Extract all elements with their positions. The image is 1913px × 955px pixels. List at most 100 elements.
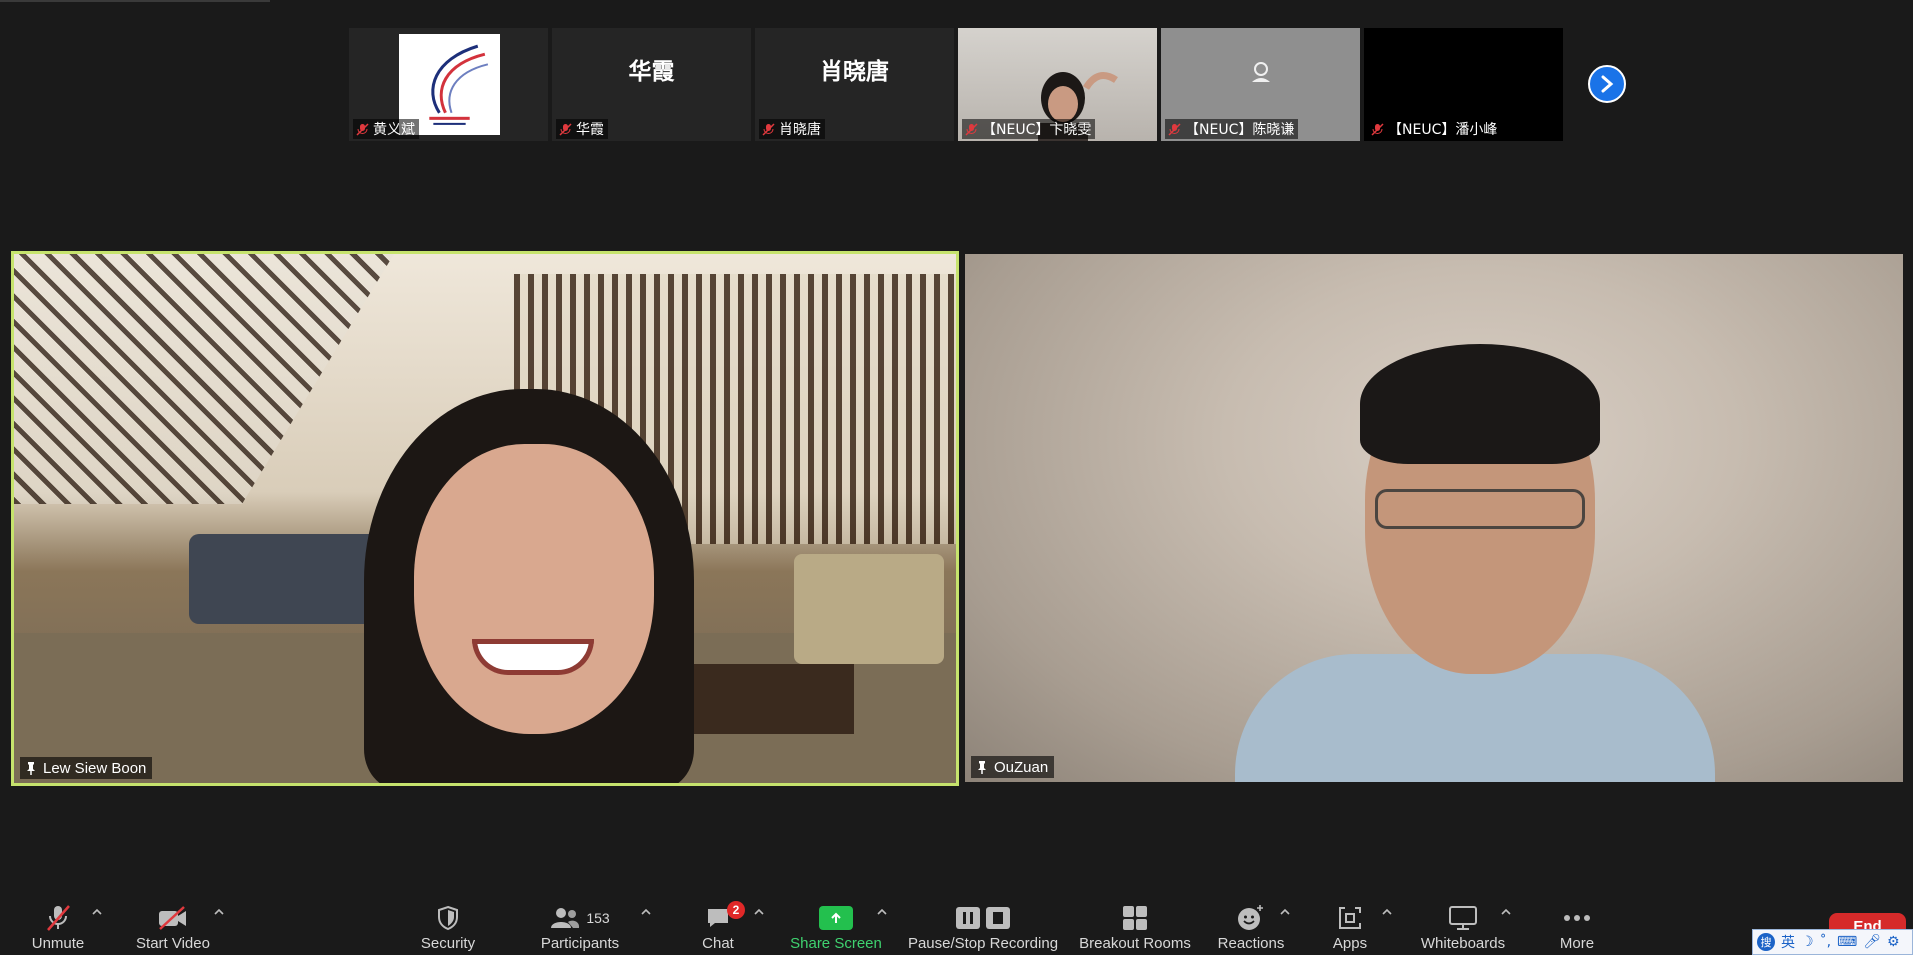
video-options-caret[interactable]	[213, 907, 225, 917]
shield-icon	[438, 905, 458, 931]
pause-stop-recording-button[interactable]: Pause/Stop Recording	[906, 897, 1060, 953]
unmute-label: Unmute	[31, 935, 85, 952]
avatar-placeholder-icon	[1252, 62, 1270, 82]
chevron-up-icon	[214, 908, 224, 915]
security-label: Security	[420, 935, 476, 952]
participant-name: 【NEUC】卞晓雯	[982, 122, 1092, 138]
voice-mic-icon[interactable]: 🎤︎	[1863, 934, 1881, 950]
video-off-icon	[159, 906, 186, 930]
whiteboards-button[interactable]: Whiteboards	[1416, 897, 1510, 953]
chevron-right-icon	[1601, 75, 1614, 93]
reactions-button[interactable]: Reactions	[1216, 897, 1286, 953]
chevron-up-icon	[1280, 908, 1290, 915]
participant-name: 华霞	[576, 122, 604, 138]
chevron-up-icon	[1501, 908, 1511, 915]
chevron-up-icon	[1382, 908, 1392, 915]
emoji-smile-icon	[1238, 905, 1263, 930]
participants-count: 153	[586, 910, 610, 926]
share-screen-label: Share Screen	[790, 935, 882, 952]
muted-mic-icon	[762, 122, 775, 136]
chat-button[interactable]: 2 Chat	[698, 897, 745, 953]
ime-logo-icon[interactable]: 搜	[1757, 933, 1775, 951]
stop-icon	[986, 907, 1010, 929]
pin-icon	[978, 761, 986, 774]
unmute-button[interactable]: Unmute	[28, 897, 88, 953]
participant-thumbnail[interactable]: 【NEUC】卞晓雯	[958, 28, 1157, 141]
participant-name-tag: 【NEUC】卞晓雯	[962, 119, 1096, 139]
participants-options-caret[interactable]	[640, 907, 652, 917]
muted-mic-icon	[1168, 122, 1181, 136]
audio-options-caret[interactable]	[91, 907, 103, 917]
participant-video-feed	[1235, 344, 1715, 782]
settings-gear-icon[interactable]: ⚙	[1887, 934, 1900, 950]
whiteboards-label: Whiteboards	[1420, 935, 1506, 952]
participant-name-tag: 黄义斌	[353, 119, 419, 139]
next-page-button[interactable]	[1588, 65, 1626, 103]
participant-name-tag: 【NEUC】陈晓谦	[1165, 119, 1299, 139]
participant-name: 黄义斌	[373, 122, 415, 138]
muted-mic-icon	[356, 122, 369, 136]
participant-thumbnail[interactable]: 华霞 华霞	[552, 28, 751, 141]
reactions-options-caret[interactable]	[1279, 907, 1291, 917]
half-width-moon-icon[interactable]: ☽	[1801, 934, 1814, 950]
share-screen-icon	[819, 906, 853, 930]
share-options-caret[interactable]	[876, 907, 888, 917]
participant-name: 肖晓唐	[779, 122, 821, 138]
whiteboard-icon	[1449, 906, 1477, 930]
participant-thumbnail[interactable]: 【NEUC】潘小峰	[1364, 28, 1563, 141]
punctuation-icon[interactable]: ˚,	[1820, 934, 1831, 950]
muted-mic-icon	[965, 122, 978, 136]
participant-name: OuZuan	[994, 758, 1049, 776]
chevron-up-icon	[641, 908, 651, 915]
share-screen-button[interactable]: Share Screen	[786, 897, 886, 953]
active-speaker-video[interactable]: Lew Siew Boon	[11, 251, 959, 786]
ime-language-bar[interactable]: 搜 英 ☽ ˚, ⌨ 🎤︎ ⚙	[1752, 929, 1913, 955]
apps-options-caret[interactable]	[1381, 907, 1393, 917]
participant-thumbnail[interactable]: 肖晓唐 肖晓唐	[755, 28, 954, 141]
chat-label: Chat	[702, 935, 734, 952]
top-divider	[0, 0, 270, 2]
participant-video-feed	[354, 389, 714, 783]
reactions-label: Reactions	[1217, 935, 1285, 952]
more-button[interactable]: More	[1552, 897, 1602, 953]
whiteboards-options-caret[interactable]	[1500, 907, 1512, 917]
muted-mic-icon	[559, 122, 572, 136]
chevron-up-icon	[92, 908, 102, 915]
participant-display-name: 肖晓唐	[820, 59, 889, 85]
muted-mic-icon	[47, 905, 70, 931]
chevron-up-icon	[877, 908, 887, 915]
start-video-label: Start Video	[136, 935, 210, 952]
participant-name: 【NEUC】陈晓谦	[1185, 122, 1295, 138]
participant-name-tag: 【NEUC】潘小峰	[1368, 119, 1502, 139]
pause-icon	[956, 907, 980, 929]
chevron-up-icon	[754, 908, 764, 915]
participant-name-tag: 肖晓唐	[759, 119, 825, 139]
participants-icon	[551, 908, 580, 928]
breakout-rooms-label: Breakout Rooms	[1079, 935, 1191, 952]
participants-button[interactable]: 153 Participants	[535, 897, 625, 953]
keyboard-icon[interactable]: ⌨	[1837, 934, 1857, 950]
more-dots-icon	[1564, 915, 1590, 921]
apps-label: Apps	[1332, 935, 1368, 952]
ime-mode-toggle[interactable]: 英	[1781, 932, 1795, 952]
participant-name: 【NEUC】潘小峰	[1388, 122, 1498, 138]
participant-name: Lew Siew Boon	[43, 759, 147, 777]
apps-button[interactable]: Apps	[1332, 897, 1368, 953]
chat-options-caret[interactable]	[753, 907, 765, 917]
muted-mic-icon	[1371, 122, 1384, 136]
participant-thumbnail[interactable]: 【NEUC】陈晓谦	[1161, 28, 1360, 141]
gallery-thumbnail-strip: 黄义斌 华霞 华霞 肖晓唐 肖晓唐 【NEUC】卞晓雯 【NEUC】陈晓谦 【N…	[349, 28, 1563, 141]
apps-icon	[1339, 907, 1361, 929]
pin-icon	[27, 762, 35, 775]
security-button[interactable]: Security	[415, 897, 481, 953]
participants-label: Participants	[540, 935, 620, 952]
video-name-tag: OuZuan	[971, 756, 1055, 778]
start-video-button[interactable]: Start Video	[132, 897, 214, 953]
participant-video[interactable]: OuZuan	[965, 254, 1903, 782]
breakout-rooms-button[interactable]: Breakout Rooms	[1076, 897, 1194, 953]
recording-label: Pause/Stop Recording	[907, 935, 1059, 952]
participant-thumbnail[interactable]: 黄义斌	[349, 28, 548, 141]
video-name-tag: Lew Siew Boon	[20, 757, 153, 779]
chat-unread-badge: 2	[727, 901, 745, 919]
breakout-rooms-icon	[1123, 906, 1147, 930]
